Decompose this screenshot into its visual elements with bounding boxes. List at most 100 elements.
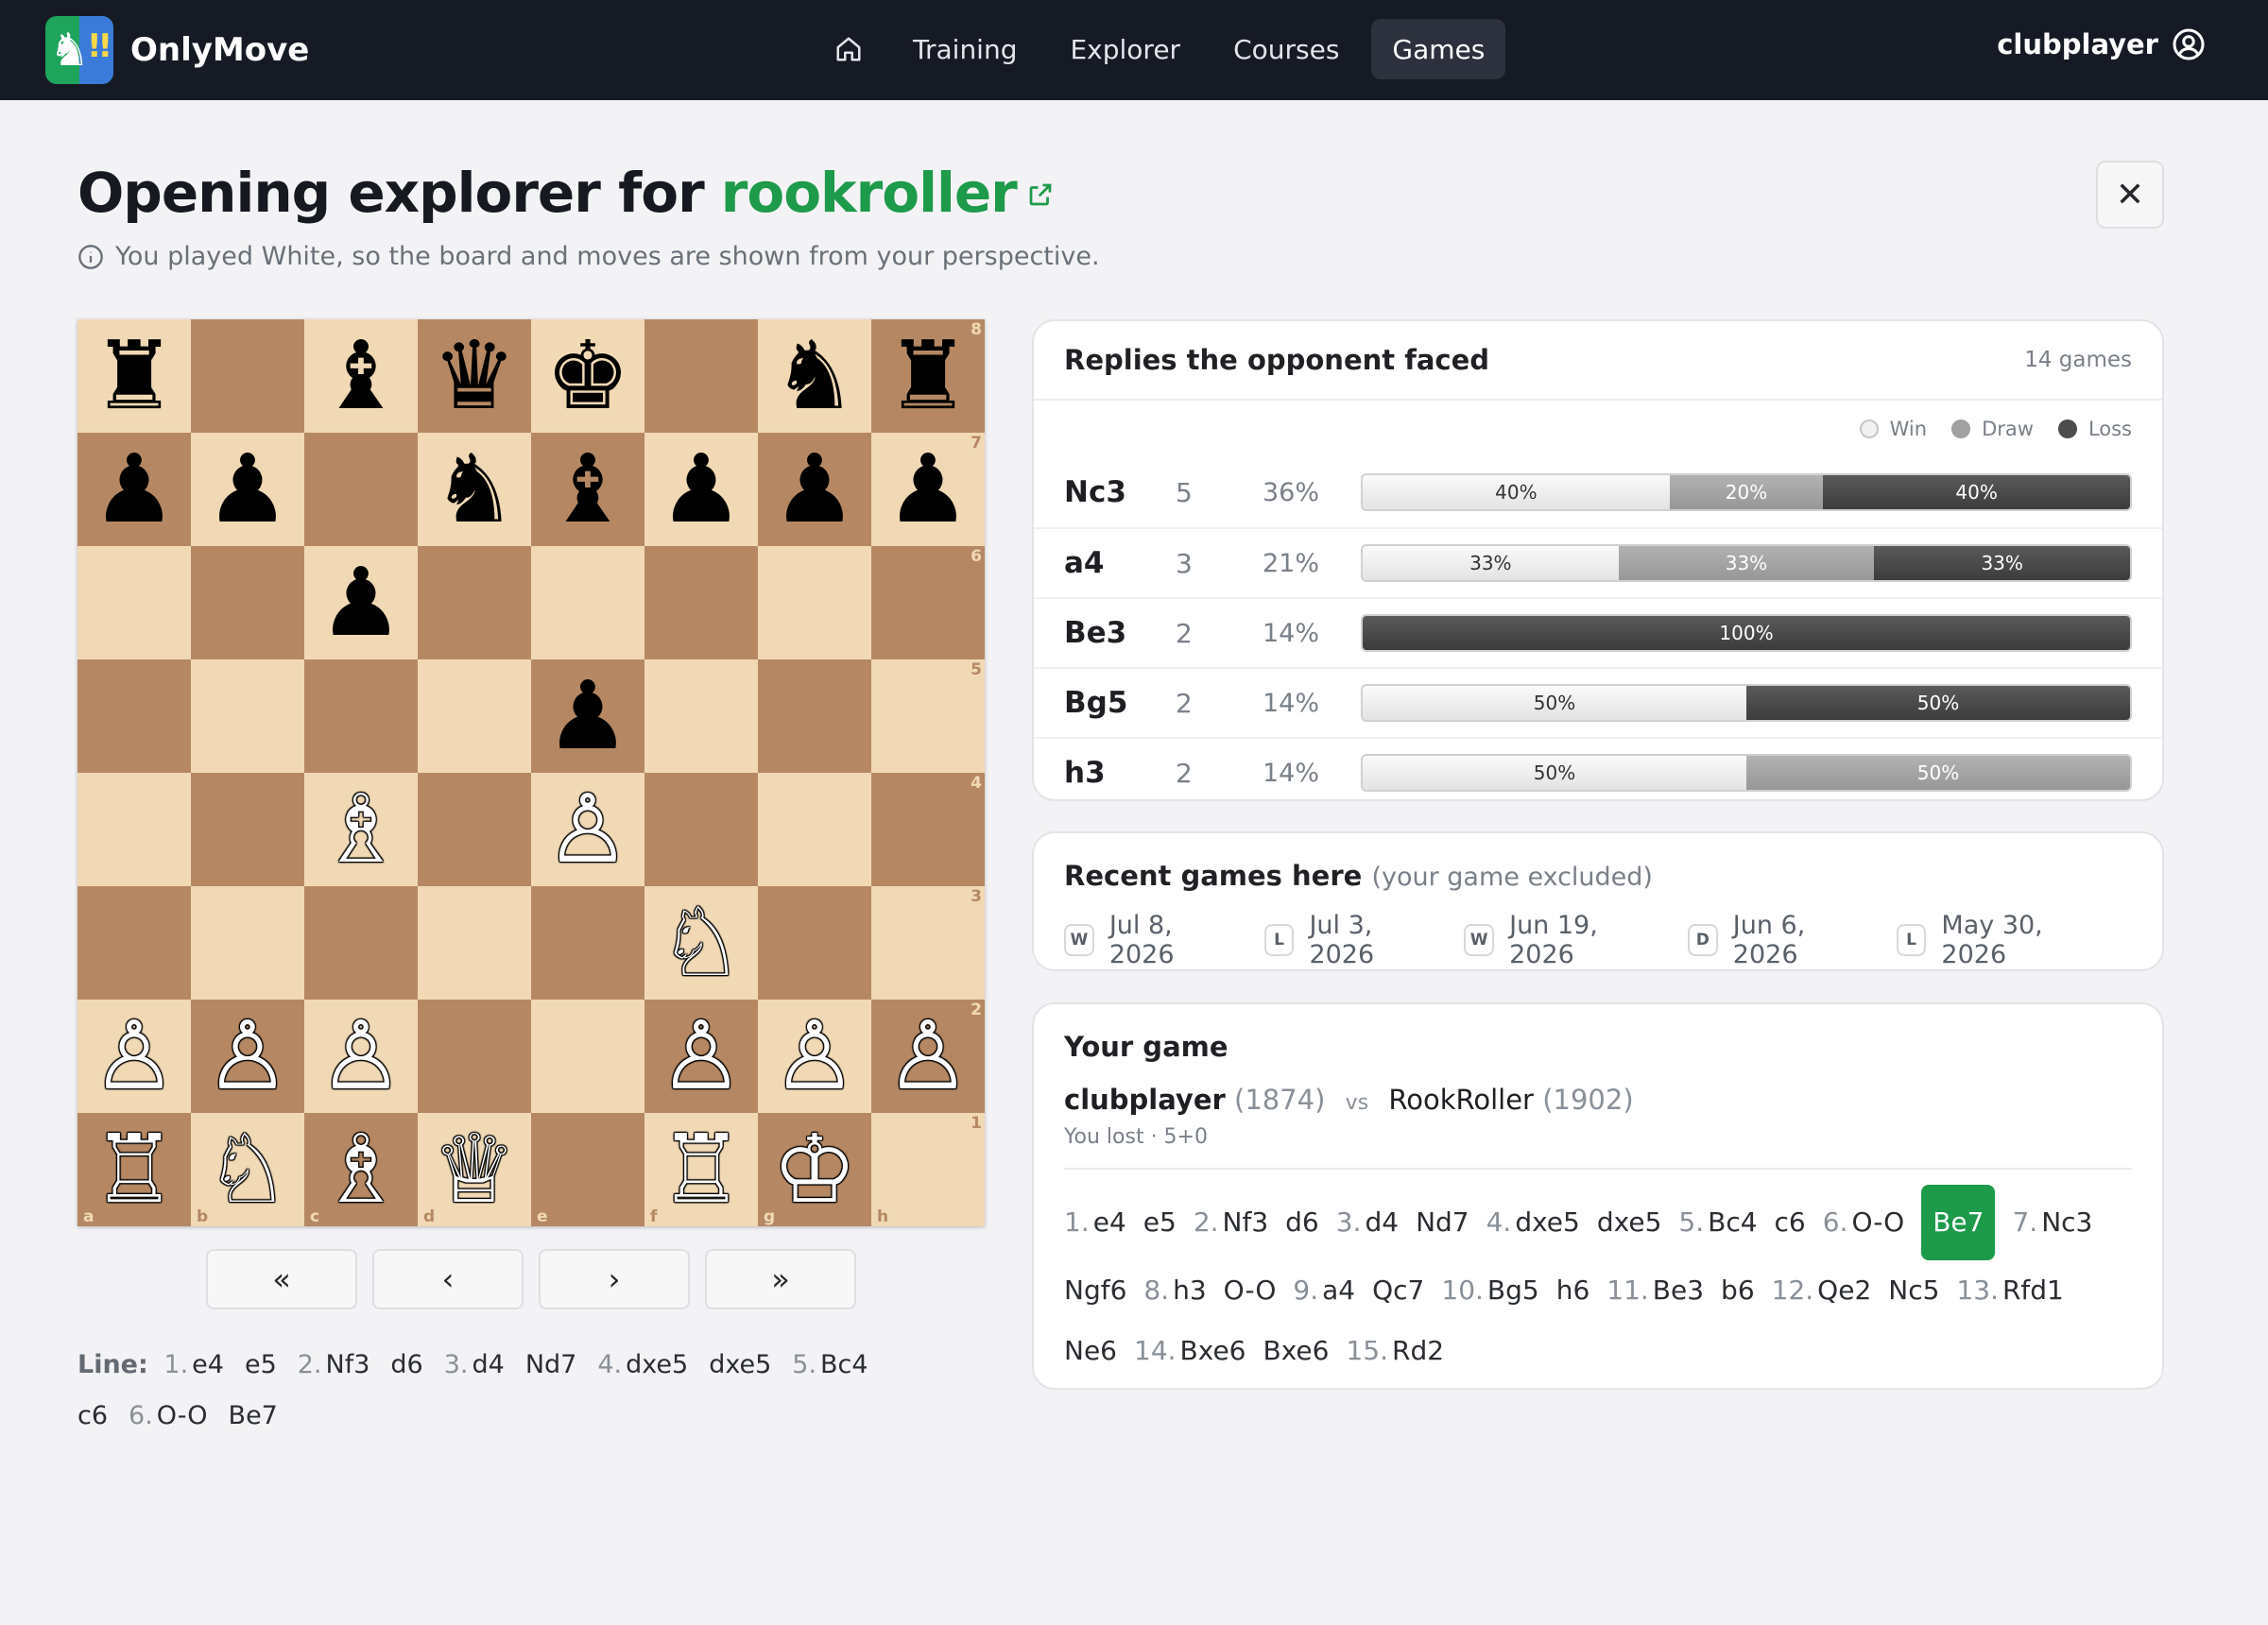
- move-item[interactable]: d6: [1285, 1192, 1319, 1253]
- move-item[interactable]: dxe5: [1597, 1192, 1662, 1253]
- board-square[interactable]: ♖ f: [644, 1113, 758, 1226]
- reply-row[interactable]: h3 2 14% 50% 50%: [1034, 737, 2162, 807]
- chess-piece-icon[interactable]: ♟: [318, 556, 404, 650]
- move-item[interactable]: 1. e4: [1064, 1192, 1126, 1253]
- board-square[interactable]: [304, 886, 418, 1000]
- move-item[interactable]: c6: [77, 1391, 108, 1442]
- board-square[interactable]: ♙: [191, 1000, 304, 1113]
- board-square[interactable]: [304, 659, 418, 773]
- board-square[interactable]: 1h: [871, 1113, 985, 1226]
- board-square[interactable]: [77, 659, 191, 773]
- last-move-button[interactable]: »: [705, 1249, 856, 1309]
- move-item[interactable]: 11. Be3: [1606, 1260, 1704, 1321]
- move-item[interactable]: 6. O-O: [1823, 1192, 1904, 1253]
- chess-piece-icon[interactable]: ♙: [205, 1009, 290, 1103]
- board-square[interactable]: ♜: [77, 319, 191, 433]
- chess-piece-icon[interactable]: ♟: [772, 442, 857, 537]
- first-move-button[interactable]: «: [206, 1249, 357, 1309]
- board-square[interactable]: ♜ 8: [871, 319, 985, 433]
- board-square[interactable]: ♟: [531, 659, 644, 773]
- opponent-link[interactable]: rookroller: [721, 161, 1018, 225]
- chess-piece-icon[interactable]: ♙: [92, 1009, 177, 1103]
- chess-piece-icon[interactable]: ♖: [92, 1122, 177, 1217]
- chess-piece-icon[interactable]: ♝: [318, 329, 404, 423]
- board-square[interactable]: [191, 773, 304, 886]
- move-item[interactable]: Qc7: [1372, 1260, 1424, 1321]
- board-square[interactable]: ♟ 7: [871, 433, 985, 546]
- board-square[interactable]: ♟: [191, 433, 304, 546]
- chess-piece-icon[interactable]: ♛: [432, 329, 517, 423]
- chess-piece-icon[interactable]: ♖: [659, 1122, 744, 1217]
- move-item[interactable]: 5. Bc4: [792, 1340, 868, 1391]
- reply-row[interactable]: Bg5 2 14% 50% 50%: [1034, 667, 2162, 737]
- move-item[interactable]: d6: [390, 1340, 422, 1391]
- board-square[interactable]: [418, 659, 531, 773]
- board-square[interactable]: [191, 886, 304, 1000]
- move-item[interactable]: b6: [1721, 1260, 1755, 1321]
- board-square[interactable]: ♗ c: [304, 1113, 418, 1226]
- board-square[interactable]: ♟: [758, 433, 871, 546]
- board-square[interactable]: 6: [871, 546, 985, 659]
- board-square[interactable]: ♘: [644, 886, 758, 1000]
- board-square[interactable]: ♟: [644, 433, 758, 546]
- chess-piece-icon[interactable]: ♙: [545, 782, 630, 877]
- move-item[interactable]: 4. dxe5: [1486, 1192, 1580, 1253]
- board-square[interactable]: [418, 546, 531, 659]
- move-item[interactable]: 4. dxe5: [597, 1340, 688, 1391]
- chess-board[interactable]: ♜ ♝ ♛ ♚ ♞ ♜ 8 ♟ ♟ ♞ ♝ ♟ ♟ ♟ 7 ♟ 6 ♟ 5 ♗ ♙ 4 ♘ 3 ♙ ♙ ♙ ♙ ♙ ♙ 2 ♖ a ♘ b ♗ c ♕ d e…: [77, 319, 985, 1226]
- move-item[interactable]: 3. d4: [444, 1340, 505, 1391]
- board-square[interactable]: [191, 546, 304, 659]
- board-square[interactable]: ♟: [304, 546, 418, 659]
- board-square[interactable]: ♗: [304, 773, 418, 886]
- chess-piece-icon[interactable]: ♘: [659, 896, 744, 990]
- board-square[interactable]: ♙: [531, 773, 644, 886]
- move-item[interactable]: dxe5: [709, 1340, 771, 1391]
- board-square[interactable]: [77, 886, 191, 1000]
- board-square[interactable]: [758, 659, 871, 773]
- board-square[interactable]: ♘ b: [191, 1113, 304, 1226]
- chess-piece-icon[interactable]: ♙: [659, 1009, 744, 1103]
- chess-piece-icon[interactable]: ♜: [92, 329, 177, 423]
- board-square[interactable]: [418, 773, 531, 886]
- reply-row[interactable]: Nc3 5 36% 40% 20% 40%: [1034, 457, 2162, 527]
- next-move-button[interactable]: ›: [539, 1249, 690, 1309]
- board-square[interactable]: [644, 319, 758, 433]
- board-square[interactable]: e: [531, 1113, 644, 1226]
- board-square[interactable]: ♝: [531, 433, 644, 546]
- chess-piece-icon[interactable]: ♟: [659, 442, 744, 537]
- move-item[interactable]: Nd7: [525, 1340, 577, 1391]
- user-menu[interactable]: clubplayer: [1997, 27, 2206, 61]
- nav-link-explorer[interactable]: Explorer: [1049, 19, 1201, 79]
- chess-piece-icon[interactable]: ♟: [885, 442, 971, 537]
- move-item[interactable]: 15. Rd2: [1346, 1321, 1444, 1381]
- board-square[interactable]: ♚: [531, 319, 644, 433]
- board-square[interactable]: [644, 546, 758, 659]
- previous-move-button[interactable]: ‹: [372, 1249, 524, 1309]
- move-item[interactable]: 8. h3: [1143, 1260, 1206, 1321]
- move-item[interactable]: 10. Bg5: [1441, 1260, 1538, 1321]
- chess-piece-icon[interactable]: ♙: [318, 1009, 404, 1103]
- move-item[interactable]: 6. O-O: [129, 1391, 208, 1442]
- board-square[interactable]: ♝: [304, 319, 418, 433]
- recent-game[interactable]: L May 30, 2026: [1896, 911, 2104, 969]
- move-item[interactable]: Ne6: [1064, 1321, 1117, 1381]
- move-item[interactable]: Nd7: [1416, 1192, 1469, 1253]
- close-button[interactable]: ✕: [2096, 161, 2164, 229]
- move-item[interactable]: 7. Nc3: [2012, 1192, 2092, 1253]
- reply-row[interactable]: a4 3 21% 33% 33% 33%: [1034, 527, 2162, 597]
- brand-logo-link[interactable]: ♞ !! OnlyMove: [45, 16, 309, 84]
- chess-piece-icon[interactable]: ♗: [318, 782, 404, 877]
- recent-game[interactable]: L Jul 3, 2026: [1263, 911, 1436, 969]
- move-item[interactable]: 14. Bxe6: [1134, 1321, 1246, 1381]
- board-square[interactable]: [644, 659, 758, 773]
- board-square[interactable]: ♙: [758, 1000, 871, 1113]
- board-square[interactable]: 4: [871, 773, 985, 886]
- home-icon[interactable]: [818, 19, 879, 79]
- chess-piece-icon[interactable]: ♗: [318, 1122, 404, 1217]
- board-square[interactable]: [304, 433, 418, 546]
- chess-piece-icon[interactable]: ♘: [205, 1122, 290, 1217]
- board-square[interactable]: ♙: [77, 1000, 191, 1113]
- move-item[interactable]: 13. Rfd1: [1956, 1260, 2063, 1321]
- current-move[interactable]: Be7: [1921, 1185, 1996, 1260]
- chess-piece-icon[interactable]: ♝: [545, 442, 630, 537]
